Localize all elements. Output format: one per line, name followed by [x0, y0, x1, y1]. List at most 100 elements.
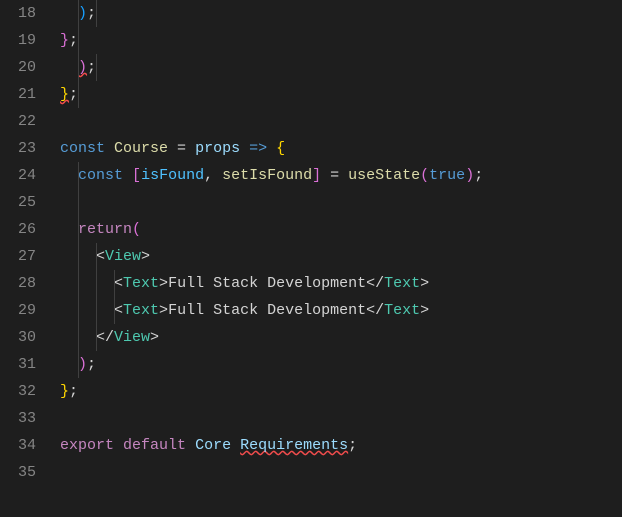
indent-guide [78, 324, 79, 351]
code-token: < [114, 275, 123, 292]
code-token: useState [348, 167, 420, 184]
code-token [60, 275, 114, 292]
code-token [60, 356, 78, 373]
code-token: export [60, 437, 114, 454]
code-token: = [321, 167, 348, 184]
indent-guide [96, 297, 97, 324]
line-number: 23 [0, 135, 36, 162]
code-token: ; [69, 32, 78, 49]
code-token: true [429, 167, 465, 184]
code-token [231, 437, 240, 454]
indent-guide [78, 162, 79, 189]
code-token: View [105, 248, 141, 265]
code-token: < [96, 248, 105, 265]
code-token: Text [384, 302, 420, 319]
indent-guide [78, 297, 79, 324]
line-number: 30 [0, 324, 36, 351]
code-line[interactable] [60, 189, 622, 216]
line-number: 32 [0, 378, 36, 405]
line-number: 31 [0, 351, 36, 378]
indent-guide [78, 189, 79, 216]
line-number: 25 [0, 189, 36, 216]
code-token [114, 437, 123, 454]
code-line[interactable]: }; [60, 378, 622, 405]
code-token: > [150, 329, 159, 346]
code-token: > [159, 302, 168, 319]
code-line[interactable]: </View> [60, 324, 622, 351]
code-token: isFound [141, 167, 204, 184]
code-token: ; [474, 167, 483, 184]
code-area[interactable]: );}; );};const Course = props => { const… [50, 0, 622, 517]
code-line[interactable]: const [isFound, setIsFound] = useState(t… [60, 162, 622, 189]
code-line[interactable]: ); [60, 0, 622, 27]
code-token: const [60, 140, 105, 157]
code-token: ; [87, 59, 96, 76]
code-token: > [159, 275, 168, 292]
line-number: 24 [0, 162, 36, 189]
code-token: > [141, 248, 150, 265]
code-line[interactable] [60, 405, 622, 432]
line-number: 21 [0, 81, 36, 108]
line-number: 34 [0, 432, 36, 459]
code-line[interactable]: ); [60, 351, 622, 378]
code-token: } [60, 383, 69, 400]
line-number-gutter: 181920212223242526272829303132333435 [0, 0, 50, 517]
code-token: setIsFound [222, 167, 312, 184]
line-number: 22 [0, 108, 36, 135]
indent-guide [96, 54, 97, 81]
code-token [123, 167, 132, 184]
indent-guide [78, 243, 79, 270]
code-token: => [249, 140, 267, 157]
code-token [105, 140, 114, 157]
code-line[interactable]: const Course = props => { [60, 135, 622, 162]
code-token: </ [96, 329, 114, 346]
code-line[interactable]: <Text>Full Stack Development</Text> [60, 297, 622, 324]
code-token: default [123, 437, 186, 454]
code-token: < [114, 302, 123, 319]
line-number: 33 [0, 405, 36, 432]
code-line[interactable]: }; [60, 81, 622, 108]
code-token: ] [312, 167, 321, 184]
code-token: ; [87, 356, 96, 373]
code-token: } [60, 32, 69, 49]
code-token: props [195, 140, 240, 157]
code-token: { [276, 140, 285, 157]
code-line[interactable]: <View> [60, 243, 622, 270]
line-number: 18 [0, 0, 36, 27]
code-token: Full Stack Development [168, 275, 366, 292]
code-token [60, 221, 78, 238]
code-token: ; [87, 5, 96, 22]
indent-guide [78, 81, 79, 108]
code-line[interactable]: export default Core Requirements; [60, 432, 622, 459]
code-line[interactable] [60, 459, 622, 486]
line-number: 28 [0, 270, 36, 297]
indent-guide [114, 270, 115, 297]
line-number: 19 [0, 27, 36, 54]
indent-guide [78, 0, 79, 27]
code-token: ; [348, 437, 357, 454]
code-token: > [420, 302, 429, 319]
code-token: , [204, 167, 222, 184]
code-token: ( [132, 221, 141, 238]
code-token: = [168, 140, 195, 157]
code-line[interactable]: ); [60, 54, 622, 81]
code-line[interactable]: <Text>Full Stack Development</Text> [60, 270, 622, 297]
code-token: Course [114, 140, 168, 157]
code-token: ) [78, 59, 87, 76]
line-number: 27 [0, 243, 36, 270]
line-number: 35 [0, 459, 36, 486]
line-number: 26 [0, 216, 36, 243]
code-token: ; [69, 86, 78, 103]
code-token: [ [132, 167, 141, 184]
code-token [186, 437, 195, 454]
code-token [240, 140, 249, 157]
indent-guide [78, 27, 79, 54]
code-token: ( [420, 167, 429, 184]
code-line[interactable] [60, 108, 622, 135]
indent-guide [96, 243, 97, 270]
code-line[interactable]: }; [60, 27, 622, 54]
code-line[interactable]: return( [60, 216, 622, 243]
code-token: const [78, 167, 123, 184]
code-token: </ [366, 275, 384, 292]
code-token [60, 5, 78, 22]
